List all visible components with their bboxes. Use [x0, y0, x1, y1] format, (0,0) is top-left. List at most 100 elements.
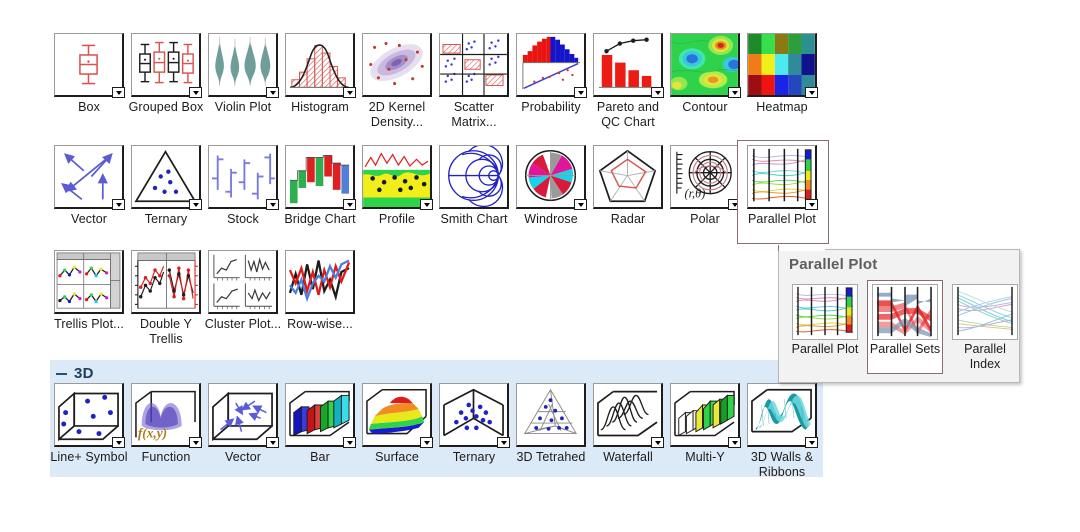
- minus-icon[interactable]: [56, 372, 67, 375]
- thumbnail[interactable]: [439, 33, 509, 97]
- gallery-item-ternary[interactable]: Ternary: [127, 145, 205, 227]
- chevron-down-icon[interactable]: [343, 87, 356, 98]
- gallery-item-trellis-plot[interactable]: Trellis Plot...: [50, 250, 128, 332]
- chevron-down-icon[interactable]: [266, 437, 279, 448]
- thumbnail[interactable]: [285, 250, 355, 314]
- thumbnail[interactable]: [362, 383, 433, 448]
- thumbnail[interactable]: [285, 383, 356, 448]
- chevron-down-icon[interactable]: [112, 199, 125, 210]
- flyout-item-parallel-plot[interactable]: Parallel Plot: [787, 280, 863, 374]
- gallery-item-multi-y[interactable]: Multi-Y: [666, 383, 744, 465]
- thumbnail[interactable]: [362, 33, 432, 97]
- thumbnail[interactable]: f(x,y): [131, 383, 202, 448]
- thumbnail[interactable]: [54, 383, 125, 448]
- thumbnail[interactable]: [54, 250, 124, 314]
- chevron-down-icon[interactable]: [805, 437, 818, 448]
- thumbnail[interactable]: [747, 33, 818, 98]
- gallery-item-probability[interactable]: Probability: [512, 33, 590, 115]
- thumbnail[interactable]: [439, 383, 510, 448]
- thumbnail[interactable]: [131, 145, 202, 210]
- thumbnail[interactable]: [362, 145, 433, 210]
- thumbnail[interactable]: [208, 33, 279, 98]
- gallery-item-double-y-trellis[interactable]: Double Y Trellis: [127, 250, 205, 346]
- chevron-down-icon[interactable]: [651, 87, 664, 98]
- thumbnail[interactable]: (r,θ): [670, 145, 741, 210]
- chevron-down-icon[interactable]: [112, 87, 125, 98]
- thumbnail[interactable]: [131, 250, 201, 314]
- chevron-down-icon[interactable]: [420, 199, 433, 210]
- thumbnail[interactable]: [208, 383, 279, 448]
- thumbnail[interactable]: [747, 383, 818, 448]
- gallery-item-3d-bar[interactable]: Bar: [281, 383, 359, 465]
- chevron-down-icon[interactable]: [497, 437, 510, 448]
- thumbnail[interactable]: [131, 33, 202, 98]
- gallery-item-stock[interactable]: Stock: [204, 145, 282, 227]
- thumbnail[interactable]: [670, 383, 741, 448]
- gallery-item-row-wise[interactable]: Row-wise...: [281, 250, 359, 332]
- gallery-item-profile[interactable]: Profile: [358, 145, 436, 227]
- section-3d-header[interactable]: 3D: [56, 365, 94, 382]
- thumbnail[interactable]: [747, 145, 818, 210]
- gallery-item-vector[interactable]: Vector: [50, 145, 128, 227]
- thumbnail[interactable]: [516, 33, 587, 98]
- gallery-item-smith-chart[interactable]: Smith Chart: [435, 145, 513, 227]
- gallery-item-heatmap[interactable]: Heatmap: [743, 33, 821, 115]
- gallery-item-3d-walls-ribbons[interactable]: 3D Walls & Ribbons: [743, 383, 821, 479]
- gallery-item-bridge-chart[interactable]: Bridge Chart: [281, 145, 359, 227]
- gallery-item-pareto-qc-chart[interactable]: Pareto and QC Chart: [589, 33, 667, 129]
- thumbnail[interactable]: [285, 145, 356, 210]
- gallery-item-label: Double Y Trellis: [140, 317, 192, 346]
- gallery-item-grouped-box[interactable]: Grouped Box: [127, 33, 205, 115]
- gallery-item-violin-plot[interactable]: Violin Plot: [204, 33, 282, 115]
- chevron-down-icon[interactable]: [266, 87, 279, 98]
- flyout-item-parallel-index[interactable]: Parallel Index: [947, 280, 1023, 374]
- chevron-down-icon[interactable]: [651, 437, 664, 448]
- parallel-sets-icon: [872, 284, 938, 340]
- 3d-tetrahedron-icon: [516, 383, 586, 447]
- gallery-item-3d-function[interactable]: f(x,y) Function: [127, 383, 205, 465]
- gallery-item-3d-ternary[interactable]: Ternary: [435, 383, 513, 465]
- thumbnail[interactable]: [54, 33, 125, 98]
- chevron-down-icon[interactable]: [574, 87, 587, 98]
- thumbnail[interactable]: [439, 145, 509, 209]
- gallery-item-histogram[interactable]: Histogram: [281, 33, 359, 115]
- thumbnail[interactable]: [285, 33, 356, 98]
- gallery-item-radar[interactable]: Radar: [589, 145, 667, 227]
- thumbnail[interactable]: [54, 145, 125, 210]
- gallery-item-3d-tetrahed[interactable]: 3D Tetrahed: [512, 383, 590, 465]
- chevron-down-icon[interactable]: [343, 437, 356, 448]
- chevron-down-icon[interactable]: [420, 437, 433, 448]
- chevron-down-icon[interactable]: [728, 437, 741, 448]
- gallery-item-waterfall[interactable]: Waterfall: [589, 383, 667, 465]
- gallery-item-3d-line-symbol[interactable]: Line+ Symbol: [50, 383, 128, 465]
- gallery-item-3d-vector[interactable]: Vector: [204, 383, 282, 465]
- thumbnail[interactable]: [593, 145, 663, 209]
- gallery-item-3d-surface[interactable]: Surface: [358, 383, 436, 465]
- thumbnail[interactable]: [593, 383, 664, 448]
- flyout-item-parallel-sets[interactable]: Parallel Sets: [867, 280, 943, 374]
- thumbnail[interactable]: [670, 33, 741, 98]
- chevron-down-icon[interactable]: [112, 437, 125, 448]
- chevron-down-icon[interactable]: [266, 199, 279, 210]
- chevron-down-icon[interactable]: [574, 199, 587, 210]
- gallery-item-2d-kernel-density[interactable]: 2D Kernel Density...: [358, 33, 436, 129]
- thumbnail[interactable]: [516, 145, 587, 210]
- gallery-item-windrose[interactable]: Windrose: [512, 145, 590, 227]
- gallery-item-polar[interactable]: (r,θ) Polar: [666, 145, 744, 227]
- chevron-down-icon[interactable]: [805, 199, 818, 210]
- gallery-item-scatter-matrix[interactable]: Scatter Matrix...: [435, 33, 513, 129]
- gallery-item-box[interactable]: Box: [50, 33, 128, 115]
- chevron-down-icon[interactable]: [189, 199, 202, 210]
- gallery-item-parallel-plot[interactable]: Parallel Plot: [737, 140, 829, 244]
- thumbnail[interactable]: [593, 33, 664, 98]
- chevron-down-icon[interactable]: [343, 199, 356, 210]
- thumbnail[interactable]: [208, 145, 279, 210]
- chevron-down-icon[interactable]: [728, 87, 741, 98]
- thumbnail[interactable]: [208, 250, 278, 314]
- chevron-down-icon[interactable]: [805, 87, 818, 98]
- gallery-item-cluster-plot[interactable]: Cluster Plot...: [204, 250, 282, 332]
- chevron-down-icon[interactable]: [189, 437, 202, 448]
- gallery-item-contour[interactable]: Contour: [666, 33, 744, 115]
- thumbnail[interactable]: [516, 383, 586, 447]
- chevron-down-icon[interactable]: [189, 87, 202, 98]
